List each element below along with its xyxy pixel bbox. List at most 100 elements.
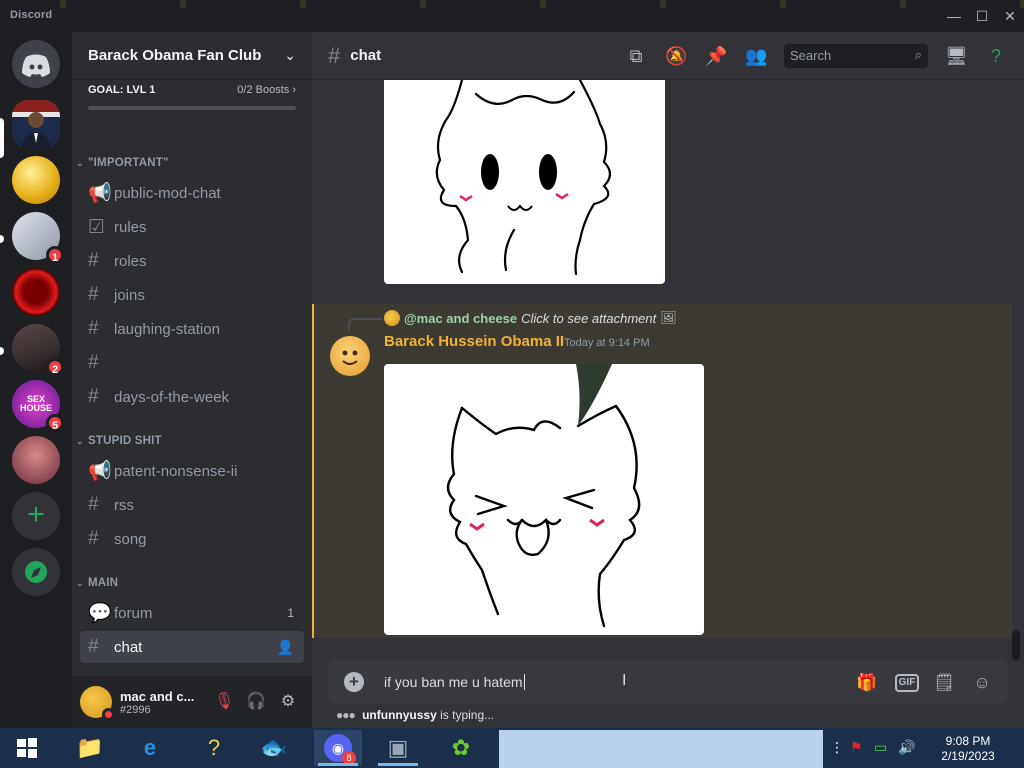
- direct-messages-button[interactable]: [12, 40, 60, 88]
- channel-label: forum: [114, 604, 153, 622]
- pin-icon[interactable]: 📌: [705, 45, 727, 67]
- server-red[interactable]: [12, 268, 60, 316]
- channel-label: rss: [114, 496, 134, 514]
- gift-icon[interactable]: 🎁: [856, 672, 878, 694]
- channel-days-of-the-week[interactable]: # days-of-the-week: [80, 381, 304, 413]
- add-server-button[interactable]: +: [12, 492, 60, 540]
- close-button[interactable]: ✕: [1002, 8, 1018, 24]
- green-app-icon[interactable]: ✿: [437, 730, 485, 766]
- server-rail: 1 2 SEX HOUSE 5 +: [0, 32, 72, 728]
- window-titlebar: Discord — ☐ ✕: [0, 0, 1024, 32]
- server-gold[interactable]: [12, 156, 60, 204]
- hash-icon: #: [88, 250, 99, 271]
- hash-icon: #: [88, 318, 99, 339]
- channel-rules[interactable]: ☑ rules: [80, 211, 304, 243]
- reply-preview[interactable]: @mac and cheese Click to see attachment …: [384, 310, 677, 326]
- discord-taskbar-button[interactable]: ◉ 8: [314, 730, 362, 766]
- boost-goal[interactable]: GOAL: LVL 1 0/2 Boosts ›: [72, 80, 312, 126]
- hash-icon: #: [88, 494, 99, 515]
- fish-app-icon[interactable]: 🐟: [250, 730, 298, 766]
- help-icon[interactable]: ?: [985, 45, 1007, 67]
- gif-button[interactable]: GIF: [895, 674, 919, 692]
- add-member-icon[interactable]: 👤: [277, 639, 294, 656]
- author-avatar[interactable]: [330, 336, 370, 376]
- channel-chat[interactable]: # chat 👤: [80, 631, 304, 663]
- user-panel: mac and c... #2996 🎙 🎧 ⚙: [72, 676, 312, 728]
- notification-muted-icon[interactable]: 🔕: [665, 45, 687, 67]
- text-caret: [523, 674, 525, 690]
- inbox-icon[interactable]: 🖥: [945, 45, 968, 67]
- message-composer[interactable]: + if you ban me u hatem I 🎁 GIF 🗒 ☺: [328, 660, 1008, 704]
- internet-explorer-icon[interactable]: e: [126, 730, 174, 766]
- mention-badge: 1: [46, 246, 64, 264]
- message-author[interactable]: Barack Hussein Obama II: [384, 333, 564, 350]
- chat-scrollbar[interactable]: [1012, 630, 1020, 660]
- member-list-icon[interactable]: 👥: [745, 45, 767, 67]
- channel-rss[interactable]: # rss: [80, 489, 304, 521]
- category-stupid-shit[interactable]: ⌄ STUPID SHIT: [76, 435, 162, 447]
- search-icon: ⌕: [914, 47, 922, 62]
- mention-badge: 2: [46, 358, 64, 376]
- server-purple[interactable]: SEX HOUSE 5: [12, 380, 64, 432]
- guild-header[interactable]: Barack Obama Fan Club ⌄: [72, 32, 312, 80]
- chevron-down-icon: ⌄: [76, 578, 84, 588]
- user-tag: #2996: [120, 703, 151, 716]
- tray-overflow-icon[interactable]: ⋮: [830, 739, 844, 756]
- channel-joins[interactable]: # joins: [80, 279, 304, 311]
- server-pink[interactable]: [12, 436, 60, 484]
- channel-forum[interactable]: 💬 forum 1: [80, 597, 304, 629]
- reply-text[interactable]: Click to see attachment: [521, 311, 656, 326]
- action-center-flag-icon[interactable]: ⚑: [850, 739, 863, 756]
- volume-icon[interactable]: 🔊: [898, 739, 915, 756]
- user-avatar[interactable]: [80, 686, 115, 721]
- dnd-status-icon: [102, 708, 115, 721]
- explore-button[interactable]: [12, 548, 60, 596]
- category-label: STUPID SHIT: [88, 435, 162, 447]
- help-file-icon[interactable]: ?: [190, 730, 238, 766]
- sticker-icon[interactable]: 🗒: [933, 672, 955, 694]
- composer-text[interactable]: if you ban me u hatem: [384, 674, 523, 690]
- upload-plus-icon[interactable]: +: [344, 672, 364, 692]
- channel-label: chat: [114, 638, 143, 656]
- mute-mic-icon[interactable]: 🎙: [214, 692, 234, 712]
- hash-icon: #: [88, 352, 99, 373]
- image-icon: 🖼: [660, 310, 677, 325]
- maximize-button[interactable]: ☐: [974, 8, 990, 24]
- channel-roles[interactable]: # roles: [80, 245, 304, 277]
- start-button[interactable]: [3, 730, 51, 766]
- channel-public-mod-chat[interactable]: 📢 public-mod-chat: [80, 177, 304, 209]
- chat-main: # chat ⧉ 🔕 📌 👥 Search ⌕ 🖥 ? @mac and che…: [312, 32, 1024, 728]
- gear-icon[interactable]: ⚙: [278, 692, 298, 712]
- emoji-icon[interactable]: ☺: [971, 672, 993, 694]
- server-dark[interactable]: 2: [12, 324, 64, 376]
- threads-icon[interactable]: ⧉: [625, 45, 647, 67]
- network-icon[interactable]: ▭: [874, 739, 887, 756]
- server-grey[interactable]: 1: [12, 212, 64, 264]
- unread-pip: [0, 235, 4, 243]
- server-barack-obama-fan-club[interactable]: [12, 100, 60, 148]
- reply-mention[interactable]: @mac and cheese: [404, 311, 517, 326]
- reply-spine: [348, 318, 382, 330]
- channel-laughing-station[interactable]: # laughing-station: [80, 313, 304, 345]
- minimize-button[interactable]: —: [946, 8, 962, 24]
- discord-logo-icon: [22, 54, 50, 77]
- attachment-image-2[interactable]: [384, 364, 704, 635]
- search-input[interactable]: Search ⌕: [784, 44, 928, 68]
- file-explorer-icon[interactable]: 📁: [66, 730, 114, 766]
- virtualbox-icon[interactable]: ▣: [374, 730, 422, 766]
- channel-header: # chat ⧉ 🔕 📌 👥 Search ⌕ 🖥 ?: [312, 32, 1024, 80]
- channel-patent-nonsense-ii[interactable]: 📢 patent-nonsense-ii: [80, 455, 304, 487]
- app-name: Discord: [10, 9, 53, 21]
- attachment-image-1[interactable]: [384, 78, 665, 284]
- category-main[interactable]: ⌄ MAIN: [76, 577, 118, 589]
- cat-laughing-drawing-image: [446, 364, 641, 628]
- channel-unnamed[interactable]: #: [80, 347, 304, 379]
- taskbar-empty-region: [499, 730, 823, 768]
- category-important[interactable]: ⌄ "IMPORTANT": [76, 157, 169, 169]
- category-label: MAIN: [88, 577, 119, 589]
- taskbar-clock[interactable]: 9:08 PM 2/19/2023: [936, 734, 1000, 764]
- headphones-icon[interactable]: 🎧: [246, 692, 266, 712]
- channel-song[interactable]: # song: [80, 523, 304, 555]
- message-reply-highlight[interactable]: @mac and cheese Click to see attachment …: [312, 304, 1012, 638]
- boost-goal-label: GOAL: LVL 1: [88, 84, 156, 96]
